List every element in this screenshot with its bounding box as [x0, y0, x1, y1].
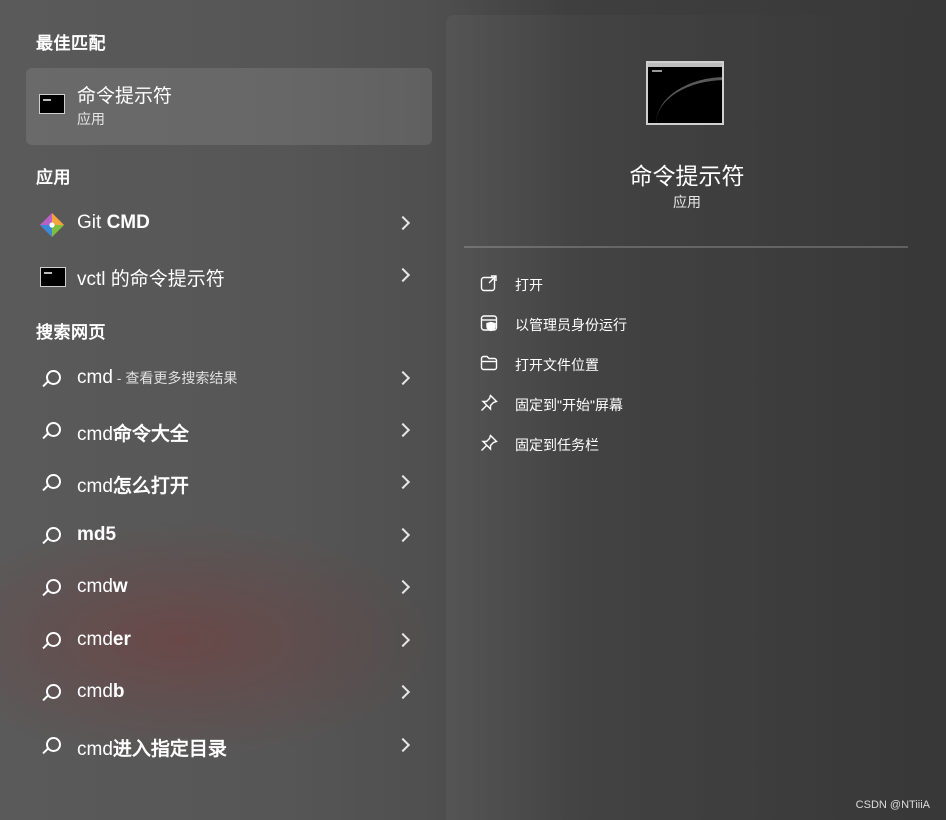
cmd-icon — [40, 267, 66, 287]
action-open-file-location[interactable]: 打开文件位置 — [464, 346, 908, 382]
search-results-column: 最佳匹配 命令提示符 应用 应用 Git CMD vctl 的命令提示符 搜索网… — [0, 0, 446, 820]
web-result-bold: 怎么打开 — [112, 476, 189, 497]
action-run-as-admin[interactable]: 以管理员身份运行 — [464, 306, 908, 342]
web-result-bold: er — [112, 629, 131, 650]
web-result-prefix: cmd — [77, 576, 113, 597]
web-result-bold: 进入指定目录 — [112, 739, 227, 760]
search-icon — [40, 630, 62, 652]
preview-subtitle: 应用 — [673, 194, 701, 210]
preview-title: 命令提示符 — [629, 163, 745, 189]
app-label-prefix: vctl 的命令提示符 — [77, 269, 225, 290]
search-icon — [40, 577, 62, 599]
cmd-icon — [39, 94, 65, 114]
app-item-git-cmd[interactable]: Git CMD — [26, 201, 432, 247]
search-icon — [40, 420, 62, 442]
web-result-item[interactable]: cmdw — [26, 565, 432, 611]
web-result-item[interactable]: cmd命令大全 — [26, 408, 432, 454]
web-result-sub: - 查看更多搜索结果 — [112, 370, 238, 386]
watermark-text: CSDN @NTiiiA — [855, 799, 930, 811]
web-result-item[interactable]: cmdb — [26, 670, 432, 716]
chevron-right-icon[interactable] — [395, 579, 411, 595]
app-label-bold: CMD — [106, 212, 150, 233]
web-result-prefix: cmd — [77, 476, 113, 497]
preview-panel: 命令提示符 应用 打开 以管理员身份运行 打开文件位置 固定到"开始"屏幕 固定… — [446, 15, 928, 820]
chevron-right-icon[interactable] — [395, 684, 411, 700]
web-result-item[interactable]: cmd怎么打开 — [26, 460, 432, 506]
action-open[interactable]: 打开 — [464, 266, 908, 302]
web-search-heading: 搜索网页 — [36, 323, 106, 342]
search-icon — [40, 735, 62, 757]
chevron-right-icon[interactable] — [395, 632, 411, 648]
web-result-bold: 命令大全 — [112, 424, 189, 445]
web-result-item[interactable]: cmd进入指定目录 — [26, 723, 432, 769]
chevron-right-icon[interactable] — [395, 422, 411, 438]
action-label: 打开文件位置 — [515, 357, 599, 373]
open-external-icon — [480, 274, 498, 292]
app-label-prefix: Git — [77, 212, 107, 233]
web-result-prefix: cmd — [77, 681, 113, 702]
web-result-bold: w — [112, 576, 128, 597]
chevron-right-icon[interactable] — [395, 215, 411, 231]
action-label: 固定到任务栏 — [515, 437, 599, 453]
best-match-heading: 最佳匹配 — [36, 34, 106, 53]
web-result-item[interactable]: cmder — [26, 618, 432, 664]
action-pin-to-start[interactable]: 固定到"开始"屏幕 — [464, 386, 908, 422]
search-icon — [40, 682, 62, 704]
web-result-prefix: cmd — [77, 367, 113, 388]
chevron-right-icon[interactable] — [395, 267, 411, 283]
action-label: 固定到"开始"屏幕 — [515, 397, 623, 413]
pin-icon — [480, 394, 498, 412]
web-result-bold: b — [112, 681, 125, 702]
action-label: 以管理员身份运行 — [515, 317, 627, 333]
git-icon — [39, 212, 65, 243]
folder-icon — [480, 354, 498, 372]
chevron-right-icon[interactable] — [395, 370, 411, 386]
search-icon — [40, 472, 62, 494]
action-label: 打开 — [515, 277, 543, 293]
search-icon — [40, 525, 62, 547]
web-result-item[interactable]: md5 — [26, 513, 432, 559]
web-result-prefix: cmd — [77, 629, 113, 650]
shield-admin-icon — [480, 314, 498, 332]
best-match-title: 命令提示符 — [77, 86, 173, 107]
chevron-right-icon[interactable] — [395, 737, 411, 753]
apps-heading: 应用 — [36, 168, 71, 187]
web-result-bold: md5 — [77, 524, 117, 545]
pin-icon — [480, 434, 498, 452]
best-match-item[interactable]: 命令提示符 应用 — [26, 68, 432, 145]
cmd-large-icon — [646, 61, 724, 125]
divider — [464, 246, 908, 248]
action-pin-to-taskbar[interactable]: 固定到任务栏 — [464, 426, 908, 462]
chevron-right-icon[interactable] — [395, 474, 411, 490]
web-result-item[interactable]: cmd - 查看更多搜索结果 — [26, 356, 432, 402]
app-item-vctl-cmd[interactable]: vctl 的命令提示符 — [26, 253, 432, 299]
chevron-right-icon[interactable] — [395, 527, 411, 543]
search-icon — [40, 368, 62, 390]
web-result-prefix: cmd — [77, 739, 113, 760]
web-result-prefix: cmd — [77, 424, 113, 445]
best-match-subtitle: 应用 — [77, 111, 105, 127]
